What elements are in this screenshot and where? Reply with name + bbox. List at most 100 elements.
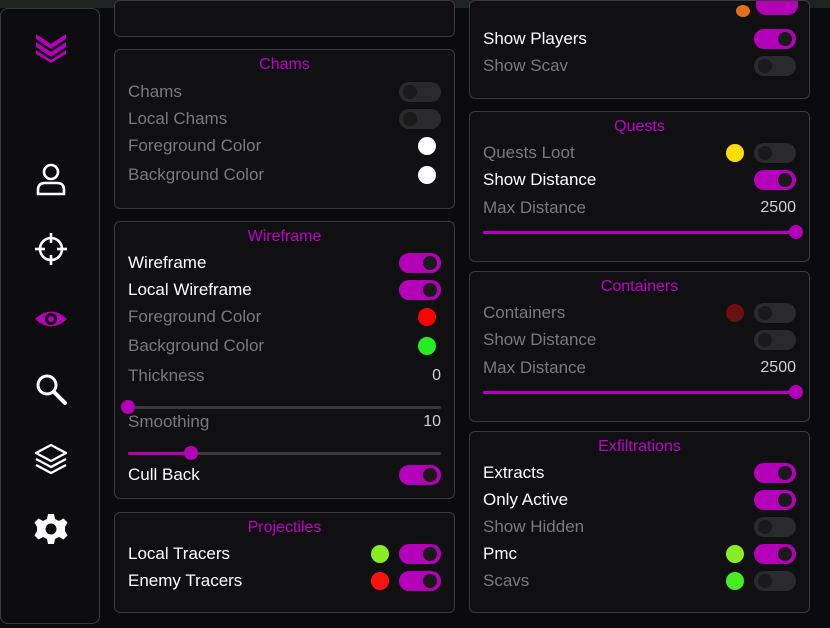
show-scav-row: Show Scav xyxy=(483,54,796,78)
quests-loot-toggle[interactable] xyxy=(754,143,796,163)
smoothing-slider[interactable] xyxy=(128,446,441,460)
quests-max-distance-row: Max Distance 2500 xyxy=(483,196,796,220)
show-players-toggle[interactable] xyxy=(754,29,796,49)
quests-loot-color-swatch[interactable] xyxy=(726,144,744,162)
local-tracers-label: Local Tracers xyxy=(128,544,231,563)
show-distance-label: Show Distance xyxy=(483,330,597,349)
projectiles-panel: Projectiles Local Tracers Enemy Tracers xyxy=(114,512,455,613)
slider-thumb[interactable] xyxy=(183,446,198,460)
containers-row: Containers xyxy=(483,301,796,325)
local-wireframe-toggle[interactable] xyxy=(399,280,441,300)
containers-color-swatch[interactable] xyxy=(726,304,744,322)
local-tracers-color-swatch[interactable] xyxy=(371,545,389,563)
extracts-toggle[interactable] xyxy=(754,463,796,483)
chams-label: Chams xyxy=(128,82,182,101)
panel-title: Chams xyxy=(259,56,310,73)
show-hidden-toggle[interactable] xyxy=(754,517,796,537)
quests-show-distance-toggle[interactable] xyxy=(754,170,796,190)
thickness-value: 0 xyxy=(432,367,441,384)
smoothing-row: Smoothing 10 xyxy=(128,410,441,434)
layers-icon[interactable] xyxy=(31,439,71,479)
local-chams-row: Local Chams xyxy=(128,107,441,131)
foreground-color-label: Foreground Color xyxy=(128,307,262,326)
cull-back-row: Cull Back xyxy=(128,463,441,487)
clipped-color-swatch xyxy=(736,5,750,17)
chams-foreground-color-swatch[interactable] xyxy=(418,137,436,155)
wireframe-toggle[interactable] xyxy=(399,253,441,273)
show-hidden-label: Show Hidden xyxy=(483,517,585,536)
enemy-tracers-toggle[interactable] xyxy=(399,571,441,591)
max-distance-value: 2500 xyxy=(760,199,796,216)
logo-chevrons-icon xyxy=(31,26,71,66)
wireframe-foreground-color-swatch[interactable] xyxy=(418,308,436,326)
panel-title: Quests xyxy=(614,118,665,135)
pmc-toggle[interactable] xyxy=(754,544,796,564)
background-color-label: Background Color xyxy=(128,336,265,355)
cull-back-label: Cull Back xyxy=(128,465,200,484)
show-players-row: Show Players xyxy=(483,27,796,51)
gear-icon[interactable] xyxy=(31,509,71,549)
pmc-label: Pmc xyxy=(483,544,517,563)
enemy-tracers-color-swatch[interactable] xyxy=(371,572,389,590)
background-color-label: Background Color xyxy=(128,165,265,184)
show-scav-label: Show Scav xyxy=(483,56,569,75)
panel-partial-top-left xyxy=(114,0,455,37)
extracts-label: Extracts xyxy=(483,463,545,482)
crosshair-icon[interactable] xyxy=(31,229,71,269)
wireframe-label: Wireframe xyxy=(128,253,207,272)
local-tracers-toggle[interactable] xyxy=(399,544,441,564)
containers-max-distance-slider[interactable] xyxy=(483,385,803,399)
local-tracers-row: Local Tracers xyxy=(128,542,441,566)
quests-show-distance-row: Show Distance xyxy=(483,168,796,192)
max-distance-value: 2500 xyxy=(760,359,796,376)
chams-panel: Chams Chams Local Chams Foreground Color… xyxy=(114,49,455,209)
slider-thumb[interactable] xyxy=(789,225,803,239)
pmc-color-swatch[interactable] xyxy=(726,545,744,563)
chams-background-color-swatch[interactable] xyxy=(418,166,436,184)
show-players-label: Show Players xyxy=(483,29,587,48)
smoothing-label: Smoothing xyxy=(128,412,210,431)
show-hidden-row: Show Hidden xyxy=(483,515,796,539)
enemy-tracers-row: Enemy Tracers xyxy=(128,569,441,593)
foreground-color-label: Foreground Color xyxy=(128,136,262,155)
chams-foreground-row: Foreground Color xyxy=(128,134,441,158)
max-distance-label: Max Distance xyxy=(483,198,586,217)
quests-loot-label: Quests Loot xyxy=(483,143,575,162)
show-scav-toggle[interactable] xyxy=(754,56,796,76)
scavs-toggle[interactable] xyxy=(754,571,796,591)
containers-panel: Containers Containers Show Distance Max … xyxy=(469,271,810,422)
scavs-color-swatch[interactable] xyxy=(726,572,744,590)
panel-title: Wireframe xyxy=(247,228,322,245)
user-icon[interactable] xyxy=(31,159,71,199)
enemy-tracers-label: Enemy Tracers xyxy=(128,571,243,590)
exfiltrations-panel: Exfiltrations Extracts Only Active Show … xyxy=(469,431,810,613)
local-chams-toggle[interactable] xyxy=(399,109,441,129)
panel-title: Projectiles xyxy=(247,519,322,536)
scavs-label: Scavs xyxy=(483,571,530,590)
only-active-label: Only Active xyxy=(483,490,569,509)
chams-row: Chams xyxy=(128,80,441,104)
chams-toggle[interactable] xyxy=(399,82,441,102)
wireframe-background-color-swatch[interactable] xyxy=(418,337,436,355)
quests-max-distance-slider[interactable] xyxy=(483,225,803,239)
thickness-label: Thickness xyxy=(128,366,205,385)
cull-back-toggle[interactable] xyxy=(399,465,441,485)
local-wireframe-row: Local Wireframe xyxy=(128,278,441,302)
menu-window: Chams Chams Local Chams Foreground Color… xyxy=(0,0,830,628)
search-icon[interactable] xyxy=(31,369,71,409)
smoothing-value: 10 xyxy=(423,413,441,430)
only-active-toggle[interactable] xyxy=(754,490,796,510)
containers-show-distance-row: Show Distance xyxy=(483,328,796,352)
slider-thumb[interactable] xyxy=(789,385,803,399)
containers-toggle[interactable] xyxy=(754,303,796,323)
wireframe-foreground-row: Foreground Color xyxy=(128,305,441,329)
local-chams-label: Local Chams xyxy=(128,109,228,128)
extracts-row: Extracts xyxy=(483,461,796,485)
quests-loot-row: Quests Loot xyxy=(483,141,796,165)
containers-show-distance-toggle[interactable] xyxy=(754,330,796,350)
panel-title: Exfiltrations xyxy=(598,438,681,455)
clipped-toggle[interactable] xyxy=(756,1,798,15)
local-wireframe-label: Local Wireframe xyxy=(128,280,252,299)
panel-title: Containers xyxy=(600,278,679,295)
eye-icon[interactable] xyxy=(31,299,71,339)
